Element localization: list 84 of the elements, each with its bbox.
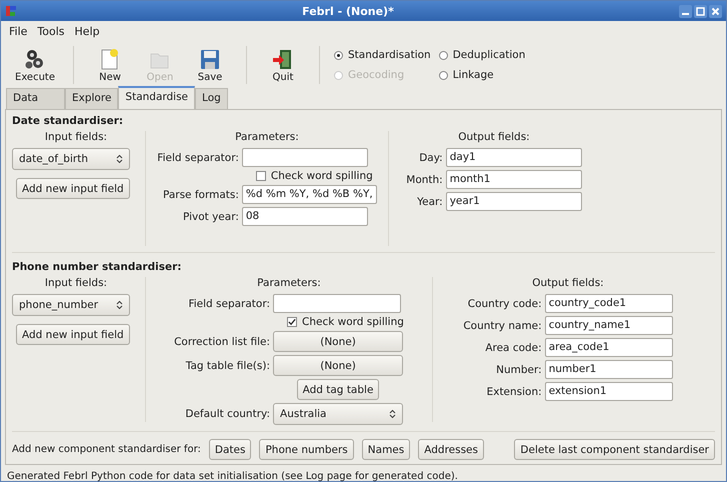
close-icon: [709, 4, 722, 18]
toolbar-button[interactable]: New: [86, 46, 134, 84]
maximize-icon: [694, 4, 707, 18]
dropdown[interactable]: date_of_birth: [12, 148, 130, 170]
field-label: Field separator:: [157, 152, 239, 164]
add-input-field-button[interactable]: Add new input field: [16, 324, 130, 345]
add-standardiser-button[interactable]: Addresses: [418, 439, 484, 460]
spinner-arrows-icon: [116, 154, 123, 164]
input-field[interactable]: month1: [446, 170, 582, 189]
column-title: Input fields:: [44, 131, 108, 143]
field-label: Country code:: [468, 298, 542, 310]
dropdown[interactable]: Australia: [273, 403, 404, 425]
menu-item[interactable]: Tools: [37, 24, 65, 38]
section-title: Phone number standardiser:: [12, 261, 182, 273]
tab[interactable]: Data: [6, 88, 65, 109]
field-label: Day:: [419, 152, 443, 164]
input-field[interactable]: number1: [544, 360, 673, 379]
toolbar-button[interactable]: Execute: [9, 46, 61, 84]
button-label: Quit: [272, 72, 294, 82]
radio-button[interactable]: [438, 50, 448, 60]
input-field[interactable]: extension1: [544, 382, 673, 401]
input-field[interactable]: country_name1: [544, 316, 673, 335]
input-field[interactable]: [273, 294, 402, 313]
file-chooser-button[interactable]: (None): [273, 331, 404, 352]
delete-standardiser-button[interactable]: Delete last component standardiser: [514, 439, 715, 460]
field-label: Year:: [417, 196, 443, 208]
radio-option[interactable]: Standardisation: [334, 49, 431, 61]
column-title: Output fields:: [532, 277, 604, 289]
field-label: Extension:: [486, 386, 542, 398]
input-field[interactable]: year1: [446, 192, 582, 211]
field-label: Number:: [496, 364, 542, 376]
dropdown[interactable]: phone_number: [12, 294, 130, 316]
add-standardiser-button[interactable]: Dates: [208, 439, 252, 460]
checkbox-option[interactable]: Check word spilling: [256, 170, 373, 182]
column-title: Parameters:: [257, 277, 321, 289]
checkbox-option[interactable]: Check word spilling: [287, 316, 404, 328]
input-field[interactable]: country_code1: [544, 294, 673, 313]
tab[interactable]: Standardise: [118, 86, 196, 109]
radio-button[interactable]: [334, 50, 343, 60]
input-field[interactable]: [242, 148, 368, 167]
button-label: Save: [198, 72, 222, 82]
add-input-field-button[interactable]: Add new input field: [16, 178, 130, 199]
button-label: New: [99, 72, 121, 82]
radio-option[interactable]: Linkage: [438, 69, 526, 81]
column-title: Parameters:: [235, 131, 299, 143]
menu-item[interactable]: Help: [74, 24, 100, 38]
button-label: Execute: [15, 72, 55, 82]
toolbar-button[interactable]: Quit: [259, 46, 307, 84]
spinner-arrows-icon: [116, 300, 123, 310]
radio-button[interactable]: [438, 70, 448, 80]
toolbar-button[interactable]: Save: [186, 46, 234, 84]
column-title: Input fields:: [44, 277, 108, 289]
radio-option[interactable]: Deduplication: [438, 49, 526, 61]
tab[interactable]: Log: [195, 88, 228, 109]
window-title: Febrl - (None)*: [301, 4, 395, 18]
field-label: Tag table file(s):: [186, 360, 270, 372]
field-label: Correction list file:: [174, 336, 270, 348]
add-tag-table-button[interactable]: Add tag table: [296, 379, 380, 400]
field-label: Parse formats:: [162, 188, 239, 200]
spinner-arrows-icon: [389, 409, 396, 419]
status-text: Generated Febrl Python code for data set initialisation (see Log page for generated code).: [7, 471, 458, 482]
minimize-icon: [679, 4, 692, 18]
input-field[interactable]: 08: [242, 207, 368, 226]
field-label: Country name:: [463, 320, 542, 332]
field-label: Pivot year:: [182, 210, 239, 222]
menu-item[interactable]: File: [9, 24, 28, 38]
column-title: Output fields:: [458, 131, 530, 143]
add-standardiser-button[interactable]: Phone numbers: [259, 439, 354, 460]
input-field[interactable]: %d %m %Y, %d %B %Y,: [242, 185, 377, 204]
field-label: Month:: [406, 174, 443, 186]
checkbox[interactable]: [256, 171, 266, 181]
add-standardiser-label: Add new component standardiser for:: [12, 444, 201, 455]
checkbox[interactable]: [287, 317, 298, 327]
file-chooser-button[interactable]: (None): [273, 355, 404, 376]
add-standardiser-button[interactable]: Names: [362, 439, 410, 460]
field-label: Default country:: [185, 408, 270, 420]
tab[interactable]: Explore: [65, 88, 118, 109]
button-label: Open: [146, 72, 174, 82]
app-icon: [5, 5, 17, 17]
input-field[interactable]: day1: [446, 148, 582, 167]
field-label: Area code:: [485, 342, 542, 354]
field-label: Field separator:: [188, 298, 270, 310]
section-title: Date standardiser:: [12, 115, 124, 127]
input-field[interactable]: area_code1: [544, 338, 673, 357]
